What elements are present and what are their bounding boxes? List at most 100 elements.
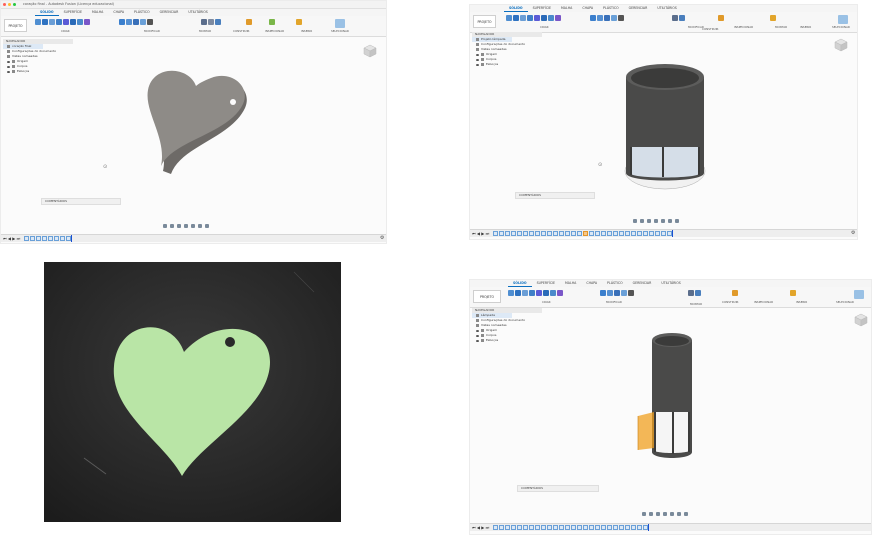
timeline-features[interactable] (493, 231, 673, 236)
navigator-panel: NAVEGADOR coração final Configurações do… (3, 39, 73, 74)
inspect-tools[interactable] (269, 19, 275, 25)
timeline[interactable]: ⏮ ◀ ▶ ⏭ (470, 523, 871, 531)
timeline-controls-icon[interactable]: ⏮ ◀ ▶ ⏭ (472, 231, 489, 236)
group-insert[interactable]: INSERIR (301, 29, 312, 33)
group-construct[interactable]: CONSTRUIR (722, 300, 739, 304)
group-create[interactable]: CRIAR (542, 300, 551, 304)
tab-surface[interactable]: SUPERFÍCIE (59, 9, 87, 16)
tab-solid[interactable]: SÓLIDO (35, 9, 59, 16)
timeline-controls-icon[interactable]: ⏮ ◀ ▶ ⏭ (3, 236, 20, 241)
comments-bar[interactable]: COMENTÁRIOS (517, 485, 599, 492)
select-tools[interactable] (838, 15, 848, 24)
timeline-marker[interactable] (672, 230, 674, 237)
group-modify[interactable]: MODIFICAR (606, 300, 622, 304)
tab-plastic[interactable]: PLÁSTICO (598, 5, 624, 12)
fusion-window-heart: coração final - Autodesk Fusion (Licença… (0, 0, 387, 244)
assemble-tools[interactable] (672, 15, 685, 21)
create-tools[interactable] (506, 15, 561, 21)
tab-plastic[interactable]: PLÁSTICO (602, 280, 628, 287)
group-select[interactable]: SELECIONAR (832, 25, 850, 29)
view-cube[interactable] (363, 43, 377, 58)
group-select[interactable]: SELECIONAR (331, 29, 349, 33)
create-tools[interactable] (35, 19, 90, 25)
comments-bar[interactable]: COMENTÁRIOS (41, 198, 121, 205)
tab-plastic[interactable]: PLÁSTICO (129, 9, 155, 16)
viewport-nav-bar[interactable] (163, 224, 209, 228)
tab-mesh[interactable]: MALHA (87, 9, 108, 16)
group-create[interactable]: CRIAR (61, 29, 70, 33)
navigator-item-sketches[interactable]: Esboços (472, 62, 542, 67)
settings-gear-icon[interactable]: ⚙ (380, 235, 384, 241)
insert-tools[interactable] (296, 19, 302, 25)
timeline-marker[interactable] (648, 524, 650, 531)
tab-solid[interactable]: SÓLIDO (508, 280, 532, 287)
construct-tools[interactable] (246, 19, 252, 25)
lamp-cylinder-model[interactable] (622, 61, 708, 193)
settings-gear-icon[interactable]: ⚙ (851, 230, 855, 236)
heart-model[interactable] (141, 66, 253, 176)
create-tools[interactable] (508, 290, 563, 296)
tab-mesh[interactable]: MALHA (560, 280, 581, 287)
viewport-nav-bar[interactable] (642, 512, 688, 516)
navigator-panel: NAVEGADOR Lâmpada Configurações do docum… (472, 308, 542, 343)
group-select[interactable]: SELECIONAR (836, 300, 854, 304)
comments-label: COMENTÁRIOS (45, 199, 68, 203)
tab-sheet[interactable]: CHAPA (581, 280, 602, 287)
group-modify[interactable]: MODIFICAR (144, 29, 160, 33)
select-tools[interactable] (335, 19, 345, 28)
window-controls[interactable] (3, 3, 16, 6)
tab-manage[interactable]: GERENCIAR (628, 280, 657, 287)
group-assemble[interactable]: MONTAR (775, 25, 787, 29)
lamp-tall-model[interactable] (630, 330, 700, 462)
joint-icon (672, 15, 678, 21)
group-inspect[interactable]: INSPECIONAR (754, 300, 773, 304)
insert-tools[interactable] (770, 15, 776, 21)
comments-bar[interactable]: COMENTÁRIOS (515, 192, 595, 199)
timeline[interactable]: ⏮ ◀ ▶ ⏭ (1, 234, 386, 242)
construct-tools[interactable] (732, 290, 738, 296)
tab-solid[interactable]: SÓLIDO (504, 5, 528, 12)
assemble-tools[interactable] (688, 290, 701, 296)
tab-surface[interactable]: SUPERFÍCIE (532, 280, 560, 287)
tab-mesh[interactable]: MALHA (556, 5, 577, 12)
group-construct[interactable]: CONSTRUIR (702, 27, 719, 31)
modify-tools[interactable] (600, 290, 634, 296)
assemble-tools[interactable] (201, 19, 221, 25)
group-create[interactable]: CRIAR (540, 25, 549, 29)
group-inspect[interactable]: INSPECIONAR (265, 29, 284, 33)
group-construct[interactable]: CONSTRUIR (233, 29, 250, 33)
group-insert[interactable]: INSERIR (796, 300, 807, 304)
view-cube[interactable] (854, 312, 868, 327)
modify-tools[interactable] (590, 15, 624, 21)
select-tools[interactable] (854, 290, 864, 299)
group-assemble[interactable]: MONTAR (690, 302, 702, 306)
construct-tools[interactable] (718, 15, 724, 21)
project-button[interactable]: PROJETO (473, 15, 496, 28)
project-button[interactable]: PROJETO (4, 19, 27, 32)
tab-manage[interactable]: GERENCIAR (624, 5, 653, 12)
navigator-item-sketches[interactable]: Esboços (3, 69, 73, 74)
tab-utilities[interactable]: UTILITÁRIOS (656, 280, 686, 287)
timeline-controls-icon[interactable]: ⏮ ◀ ▶ ⏭ (472, 525, 489, 530)
viewport-nav-bar[interactable] (633, 219, 679, 223)
tab-surface[interactable]: SUPERFÍCIE (528, 5, 556, 12)
tab-sheet[interactable]: CHAPA (577, 5, 598, 12)
view-cube[interactable] (834, 37, 848, 52)
modify-tools[interactable] (119, 19, 153, 25)
navigator-item-sketches[interactable]: Esboços (472, 338, 542, 343)
project-button[interactable]: PROJETO (473, 290, 501, 303)
tab-sheet[interactable]: CHAPA (108, 9, 129, 16)
timeline-marker[interactable] (71, 235, 73, 242)
timeline[interactable]: ⏮ ◀ ▶ ⏭ (470, 229, 857, 237)
shell-icon (140, 19, 146, 25)
tab-utilities[interactable]: UTILITÁRIOS (183, 9, 213, 16)
tab-manage[interactable]: GERENCIAR (155, 9, 184, 16)
group-inspect[interactable]: INSPECIONAR (734, 25, 753, 29)
as-built-joint-icon (208, 19, 214, 25)
timeline-features[interactable] (24, 236, 72, 241)
group-assemble[interactable]: MONTAR (199, 29, 211, 33)
timeline-features[interactable] (493, 525, 649, 530)
insert-tools[interactable] (790, 290, 796, 296)
tab-utilities[interactable]: UTILITÁRIOS (652, 5, 682, 12)
group-insert[interactable]: INSERIR (800, 25, 811, 29)
